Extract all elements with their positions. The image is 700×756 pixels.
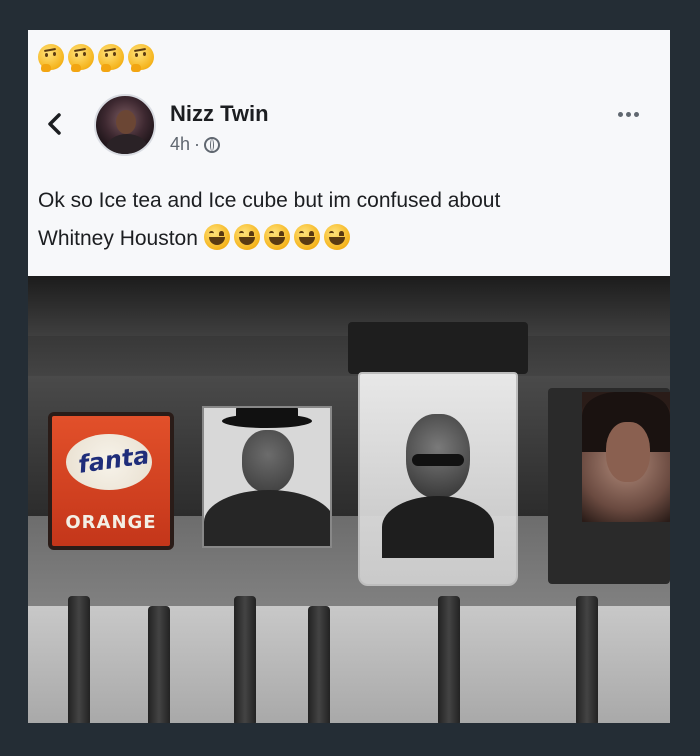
fanta-orange-label: fanta ORANGE [48, 412, 174, 550]
globe-icon [204, 136, 221, 153]
meta-separator: · [194, 134, 201, 154]
post-frame: Nizz Twin 4h · Ok so Ice tea and Ice cub… [28, 30, 670, 723]
back-button[interactable] [40, 110, 68, 138]
tears-of-joy-icon [263, 224, 290, 250]
more-options-button[interactable] [618, 112, 639, 117]
author-avatar[interactable] [94, 94, 156, 156]
top-emoji-row [38, 44, 154, 72]
ice-cube-photo-cup [358, 372, 518, 586]
post-photo[interactable]: fanta ORANGE [28, 276, 670, 723]
tears-of-joy-icon [233, 224, 260, 250]
thinking-face-icon [38, 44, 64, 72]
post-text: Ok so Ice tea and Ice cube but im confus… [38, 182, 638, 258]
thinking-face-icon [98, 44, 124, 72]
tears-of-joy-icon [203, 224, 230, 250]
ice-t-photo-label [202, 406, 332, 548]
tears-of-joy-icon [293, 224, 320, 250]
tears-of-joy-icons [203, 224, 354, 250]
post-time[interactable]: 4h [170, 134, 190, 155]
more-options-icon [618, 112, 623, 117]
thinking-face-icon [68, 44, 94, 72]
post-header-area: Nizz Twin 4h · Ok so Ice tea and Ice cub… [28, 30, 670, 276]
fanta-flavor-text: ORANGE [65, 512, 157, 533]
author-name[interactable]: Nizz Twin [170, 101, 269, 127]
post-text-line2: Whitney Houston [38, 227, 198, 250]
post-text-line1: Ok so Ice tea and Ice cube but im confus… [38, 189, 501, 212]
cup-holder [348, 322, 528, 374]
back-arrow-icon [48, 113, 61, 135]
whitney-houston-photo-label [582, 392, 670, 522]
thinking-face-icon [128, 44, 154, 72]
post-text-line2-row: Whitney Houston [38, 220, 638, 258]
tears-of-joy-icon [323, 224, 350, 250]
post-meta: 4h · [170, 134, 221, 155]
